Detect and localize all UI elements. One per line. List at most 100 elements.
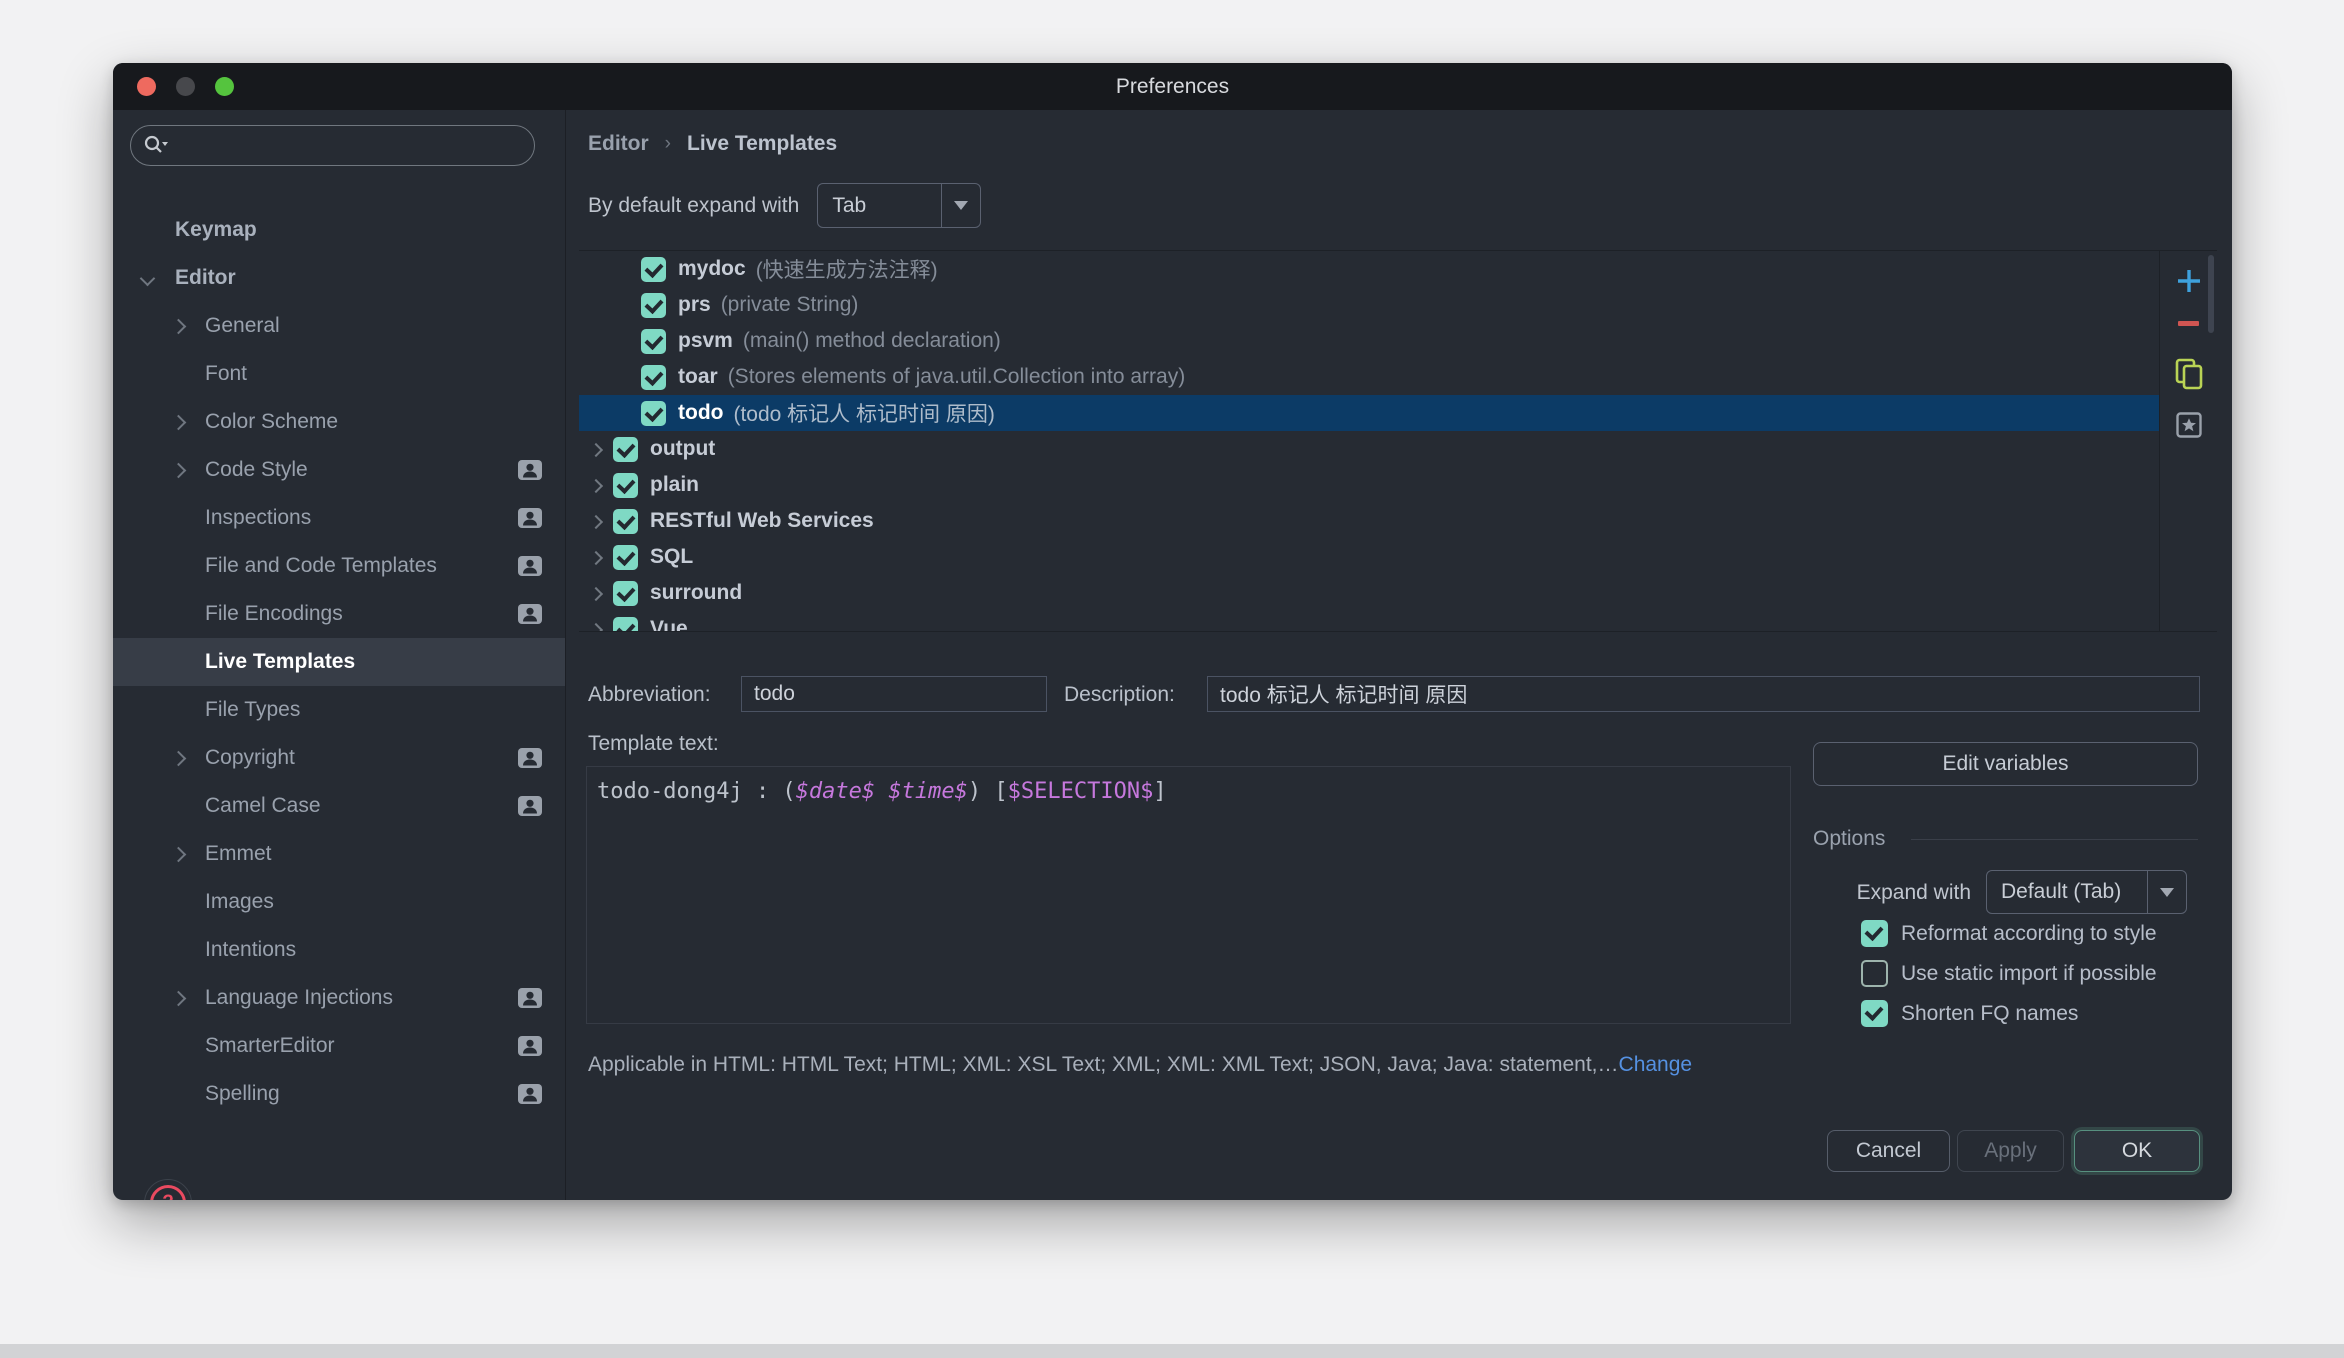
template-group-row[interactable]: output [579, 431, 2159, 467]
apply-button[interactable]: Apply [1957, 1130, 2064, 1172]
sidebar-item-font[interactable]: Font [113, 350, 565, 398]
close-window-button[interactable] [137, 77, 156, 96]
template-group-row[interactable]: RESTful Web Services [579, 503, 2159, 539]
sidebar-item-general[interactable]: General [113, 302, 565, 350]
expand-with-dropdown[interactable]: Default (Tab) [1986, 870, 2187, 914]
checkbox-checked-icon[interactable] [613, 617, 638, 633]
options-separator [1911, 839, 2198, 840]
sidebar-item-color-scheme[interactable]: Color Scheme [113, 398, 565, 446]
template-row[interactable]: prs(private String) [579, 287, 2159, 323]
ok-button[interactable]: OK [2074, 1130, 2200, 1172]
template-group-row[interactable]: plain [579, 467, 2159, 503]
sidebar-item-inspections[interactable]: Inspections [113, 494, 565, 542]
triangle-down-icon [2160, 888, 2174, 897]
plus-icon [2175, 267, 2203, 295]
sidebar-item-live-templates[interactable]: Live Templates [113, 638, 565, 686]
checkbox-checked-icon[interactable] [613, 545, 638, 570]
template-group-row[interactable]: SQL [579, 539, 2159, 575]
checkbox-checked-icon[interactable] [613, 437, 638, 462]
sidebar-item-editor[interactable]: Editor [113, 254, 565, 302]
sidebar-item-copyright[interactable]: Copyright [113, 734, 565, 782]
edit-variables-button[interactable]: Edit variables [1813, 742, 2198, 786]
default-expand-dropdown[interactable]: Tab [817, 183, 981, 228]
template-row[interactable]: psvm(main() method declaration) [579, 323, 2159, 359]
breadcrumb-separator: › [665, 133, 671, 155]
question-mark-icon: ? [150, 1185, 186, 1200]
template-row[interactable]: mydoc(快速生成方法注释) [579, 251, 2159, 287]
sidebar-item-emmet[interactable]: Emmet [113, 830, 565, 878]
option-reformat[interactable]: Reformat according to style [1861, 920, 2157, 947]
dropdown-arrow[interactable] [2147, 871, 2186, 913]
checkbox-unchecked-icon[interactable] [1861, 960, 1888, 987]
checkbox-checked-icon[interactable] [613, 581, 638, 606]
zoom-window-button[interactable] [215, 77, 234, 96]
chevron-right-icon[interactable] [589, 515, 603, 529]
chevron-right-icon[interactable] [589, 479, 603, 493]
checkbox-checked-icon[interactable] [641, 293, 666, 318]
settings-sidebar: Keymap Editor General Font Color Scheme … [113, 110, 566, 1200]
cancel-button[interactable]: Cancel [1827, 1130, 1950, 1172]
abbreviation-input[interactable]: todo [741, 676, 1047, 712]
template-group-row[interactable]: Vue [579, 611, 2159, 632]
list-scrollbar-thumb[interactable] [2208, 255, 2214, 333]
sidebar-item-smartereditor[interactable]: SmarterEditor [113, 1022, 565, 1070]
settings-search[interactable] [130, 125, 535, 166]
template-text-editor[interactable]: todo-dong4j : ($date$ $time$) [$SELECTIO… [586, 766, 1791, 1024]
splitter-handle[interactable] [1376, 637, 1419, 640]
traffic-lights [137, 77, 234, 96]
chevron-right-icon[interactable] [589, 623, 603, 632]
chevron-right-icon[interactable] [171, 463, 187, 479]
minimize-window-button[interactable] [176, 77, 195, 96]
chevron-down-icon[interactable] [140, 271, 156, 287]
checkbox-checked-icon[interactable] [641, 329, 666, 354]
chevron-right-icon[interactable] [171, 847, 187, 863]
chevron-right-icon[interactable] [589, 587, 603, 601]
checkbox-checked-icon[interactable] [641, 365, 666, 390]
template-row[interactable]: toar(Stores elements of java.util.Collec… [579, 359, 2159, 395]
checkbox-checked-icon[interactable] [641, 257, 666, 282]
chevron-right-icon[interactable] [589, 443, 603, 457]
breadcrumb: Editor › Live Templates [588, 132, 837, 156]
sidebar-item-keymap[interactable]: Keymap [113, 206, 565, 254]
chevron-right-icon[interactable] [171, 991, 187, 1007]
sidebar-item-file-encodings[interactable]: File Encodings [113, 590, 565, 638]
sidebar-item-language-injections[interactable]: Language Injections [113, 974, 565, 1022]
chevron-right-icon[interactable] [589, 551, 603, 565]
titlebar[interactable]: Preferences [113, 63, 2232, 110]
sidebar-item-images[interactable]: Images [113, 878, 565, 926]
sidebar-item-code-style[interactable]: Code Style [113, 446, 565, 494]
sidebar-item-file-and-code-templates[interactable]: File and Code Templates [113, 542, 565, 590]
sidebar-item-intentions[interactable]: Intentions [113, 926, 565, 974]
dropdown-arrow[interactable] [941, 184, 980, 227]
restore-defaults-button[interactable] [2160, 411, 2217, 439]
checkbox-checked-icon[interactable] [641, 401, 666, 426]
description-input[interactable]: todo 标记人 标记时间 原因 [1207, 676, 2200, 712]
checkbox-checked-icon[interactable] [613, 473, 638, 498]
checkbox-checked-icon[interactable] [613, 509, 638, 534]
option-shorten-fq[interactable]: Shorten FQ names [1861, 1000, 2078, 1027]
chevron-right-icon[interactable] [171, 319, 187, 335]
per-user-badge-icon [517, 987, 543, 1009]
breadcrumb-editor[interactable]: Editor [588, 132, 649, 156]
expand-with-label: Expand with [1806, 881, 1971, 905]
sidebar-item-file-types[interactable]: File Types [113, 686, 565, 734]
change-contexts-link[interactable]: Change [1619, 1053, 1693, 1076]
desktop-strip [0, 1344, 2344, 1358]
date-variable: $date$ [796, 779, 875, 804]
default-expand-row: By default expand with Tab [588, 183, 981, 228]
checkbox-checked-icon[interactable] [1861, 1000, 1888, 1027]
sidebar-item-camel-case[interactable]: Camel Case [113, 782, 565, 830]
duplicate-template-button[interactable] [2160, 357, 2217, 391]
help-button[interactable]: ? [144, 1179, 192, 1200]
search-icon [143, 134, 169, 158]
search-input[interactable] [177, 133, 534, 158]
chevron-right-icon[interactable] [171, 415, 187, 431]
checkbox-checked-icon[interactable] [1861, 920, 1888, 947]
option-static-import[interactable]: Use static import if possible [1861, 960, 2157, 987]
chevron-right-icon[interactable] [171, 751, 187, 767]
per-user-badge-icon [517, 459, 543, 481]
sidebar-item-spelling[interactable]: Spelling [113, 1070, 565, 1118]
template-group-row[interactable]: surround [579, 575, 2159, 611]
selection-variable: $SELECTION$ [1008, 779, 1154, 804]
template-row-selected[interactable]: todo(todo 标记人 标记时间 原因) [579, 395, 2159, 431]
